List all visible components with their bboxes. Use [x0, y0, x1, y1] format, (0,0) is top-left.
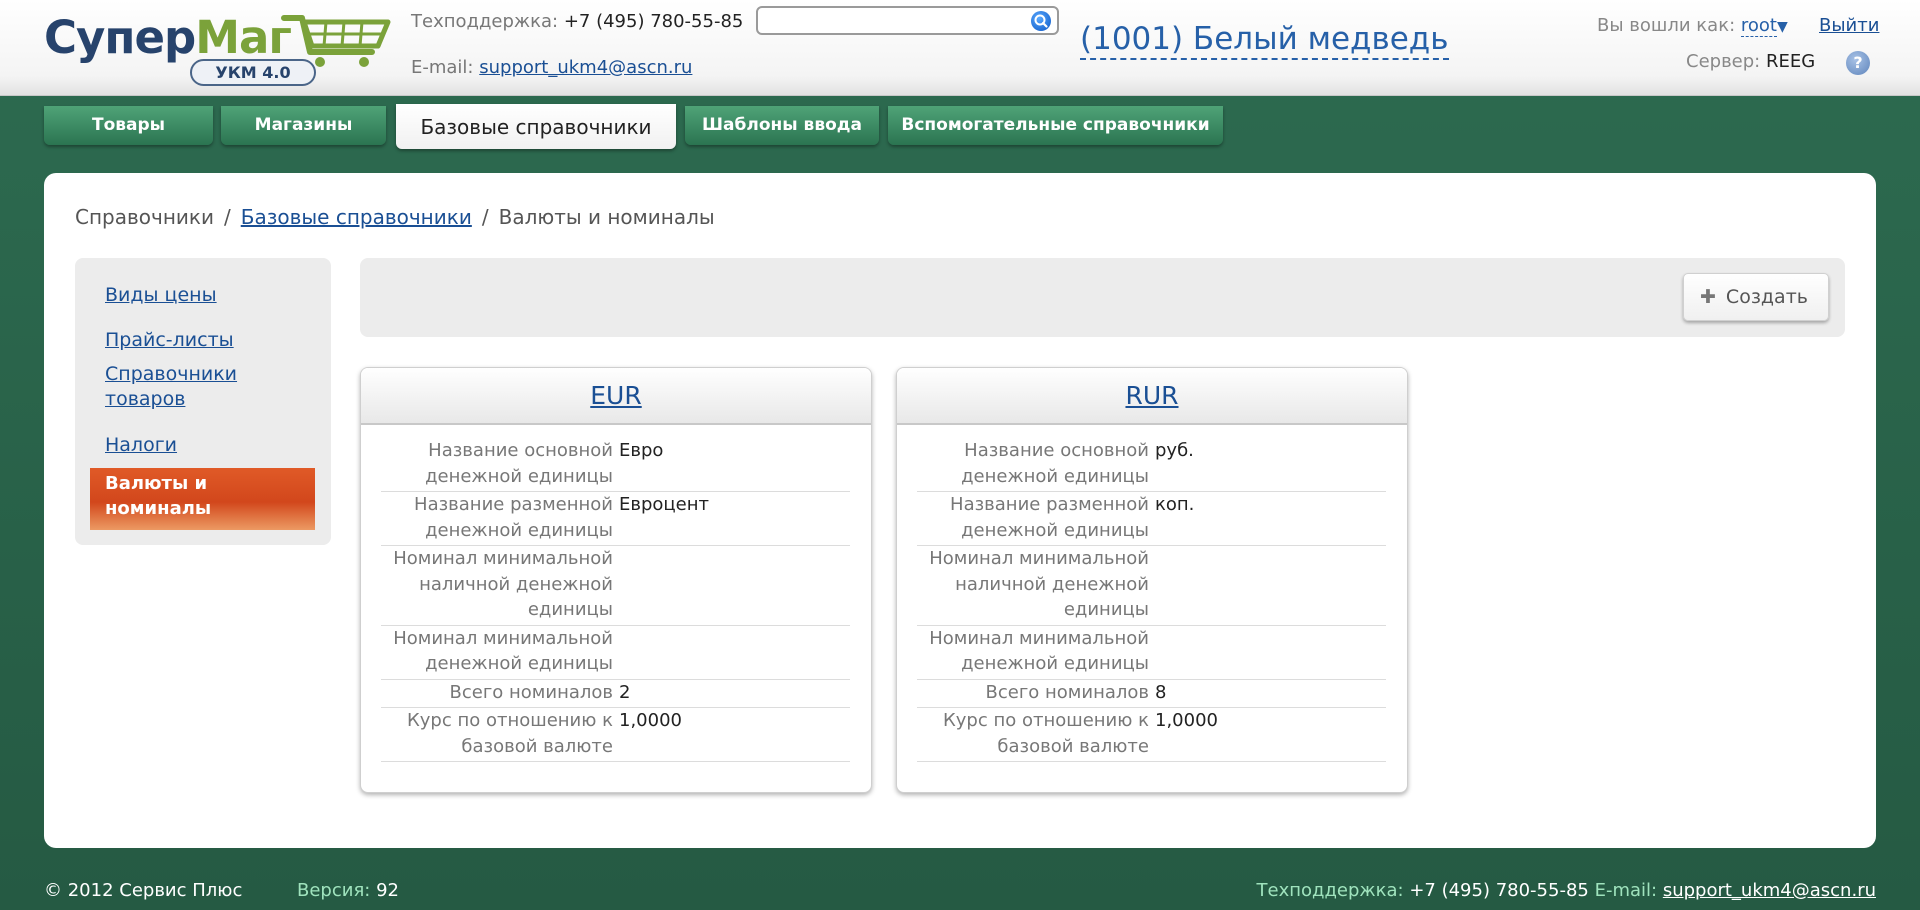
- logo[interactable]: СуперМаг УКМ 4.0: [44, 10, 391, 86]
- footer-version: Версия: 92: [297, 880, 399, 901]
- card-header: EUR: [361, 368, 871, 425]
- search-icon[interactable]: [1031, 11, 1051, 31]
- sidebar: Виды цены Прайс-листы Справочники товаро…: [75, 258, 331, 545]
- support-phone: Техподдержка: +7 (495) 780-55-85: [411, 11, 744, 32]
- breadcrumb-root: Справочники: [75, 205, 214, 229]
- table-row: Название разменной денежной единицы коп.: [917, 492, 1386, 546]
- sidebar-item-price-types[interactable]: Виды цены: [105, 283, 217, 308]
- table-row: Название основной денежной единицы руб.: [917, 438, 1386, 492]
- create-button[interactable]: ✚ Создать: [1683, 273, 1829, 321]
- support-email: E-mail: support_ukm4@ascn.ru: [411, 57, 693, 78]
- tab-auxiliary-references[interactable]: Вспомогательные справочники: [888, 106, 1223, 145]
- help-icon[interactable]: ?: [1846, 51, 1870, 75]
- sidebar-item-price-lists[interactable]: Прайс-листы: [105, 328, 234, 353]
- breadcrumb-base-references-link[interactable]: Базовые справочники: [241, 205, 472, 229]
- table-row: Номинал минимальной наличной денежной ед…: [917, 546, 1386, 626]
- header: СуперМаг УКМ 4.0 Техподдержка: +7 (495) …: [0, 0, 1920, 96]
- card-header: RUR: [897, 368, 1407, 425]
- tab-stores[interactable]: Магазины: [221, 106, 386, 145]
- search-input[interactable]: [766, 11, 1016, 30]
- sidebar-item-taxes[interactable]: Налоги: [105, 433, 177, 458]
- table-row: Название основной денежной единицы Евро: [381, 438, 850, 492]
- sidebar-item-goods-references[interactable]: Справочники товаров: [105, 362, 265, 412]
- toolbar: ✚ Создать: [360, 258, 1845, 337]
- footer-copyright: © 2012 Сервис Плюс: [44, 880, 243, 901]
- currency-card-rur: RUR Название основной денежной единицы ру…: [896, 367, 1408, 793]
- currency-details-table: Название основной денежной единицы руб. Н…: [917, 438, 1386, 762]
- currency-details-table: Название основной денежной единицы Евро Н…: [381, 438, 850, 762]
- tab-goods[interactable]: Товары: [44, 106, 213, 145]
- breadcrumb-current: Валюты и номиналы: [498, 205, 715, 229]
- table-row: Всего номиналов 2: [381, 680, 850, 708]
- table-row: Название разменной денежной единицы Евроц…: [381, 492, 850, 546]
- server-info: Сервер: REEG: [1686, 51, 1816, 72]
- tab-base-references[interactable]: Базовые справочники: [396, 104, 676, 149]
- table-row: Курс по отношению к базовой валюте 1,0000: [917, 708, 1386, 762]
- footer-email-link[interactable]: support_ukm4@ascn.ru: [1663, 880, 1876, 901]
- chevron-down-icon[interactable]: ▼: [1777, 19, 1788, 35]
- logout-link[interactable]: Выйти: [1819, 15, 1879, 36]
- main-panel: Справочники / Базовые справочники / Валюты и…: [44, 173, 1876, 848]
- breadcrumb: Справочники / Базовые справочники / Валюты и…: [75, 205, 715, 229]
- logo-text: СуперМаг: [44, 11, 292, 64]
- footer-support: Техподдержка: +7 (495) 780-55-85 E-mail:…: [1256, 880, 1877, 901]
- user-menu-link[interactable]: root: [1740, 15, 1777, 37]
- tab-input-templates[interactable]: Шаблоны ввода: [685, 106, 879, 145]
- plus-icon: ✚: [1700, 286, 1716, 308]
- currency-rur-link[interactable]: RUR: [1125, 381, 1178, 410]
- currency-eur-link[interactable]: EUR: [590, 381, 641, 410]
- store-name-link[interactable]: (1001) Белый медведь: [1080, 20, 1449, 60]
- table-row: Номинал минимальной денежной единицы: [381, 626, 850, 680]
- table-row: Номинал минимальной наличной денежной ед…: [381, 546, 850, 626]
- currency-card-eur: EUR Название основной денежной единицы Ев…: [360, 367, 872, 793]
- support-email-link[interactable]: support_ukm4@ascn.ru: [479, 57, 692, 78]
- version-badge: УКМ 4.0: [190, 59, 316, 86]
- search-box: [756, 6, 1059, 35]
- table-row: Номинал минимальной денежной единицы: [917, 626, 1386, 680]
- table-row: Курс по отношению к базовой валюте 1,0000: [381, 708, 850, 762]
- user-info: Вы вошли как: root▼: [1597, 15, 1788, 37]
- table-row: Всего номиналов 8: [917, 680, 1386, 708]
- sidebar-item-currencies[interactable]: Валюты и номиналы: [90, 468, 315, 530]
